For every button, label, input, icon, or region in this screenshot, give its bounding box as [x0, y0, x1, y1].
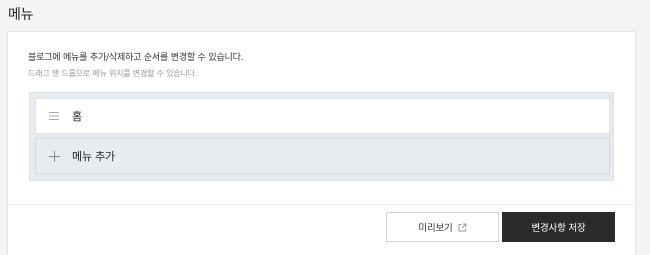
- add-menu-button[interactable]: 메뉴 추가: [35, 138, 610, 174]
- menu-item-home[interactable]: 홈: [35, 98, 610, 134]
- preview-button-label: 미리보기: [418, 223, 453, 234]
- plus-icon: [36, 150, 72, 162]
- drag-handle-icon[interactable]: [36, 112, 72, 120]
- card-hint: 드래그 앤 드롭으로 메뉴 위치를 변경할 수 있습니다.: [28, 69, 198, 78]
- section-title: 메뉴: [8, 7, 34, 23]
- card-footer: 미리보기 변경사항 저장: [8, 204, 635, 255]
- menu-list: 홈 메뉴 추가: [29, 92, 614, 181]
- preview-button[interactable]: 미리보기: [386, 212, 499, 242]
- external-link-icon: [458, 223, 467, 232]
- add-menu-label: 메뉴 추가: [72, 150, 115, 163]
- card-description: 블로그에 메뉴를 추가/삭제하고 순서를 변경할 수 있습니다.: [28, 53, 244, 63]
- menu-settings-card: 블로그에 메뉴를 추가/삭제하고 순서를 변경할 수 있습니다. 드래그 앤 드…: [7, 31, 636, 255]
- menu-item-label: 홈: [72, 110, 82, 123]
- save-changes-button[interactable]: 변경사항 저장: [502, 212, 615, 242]
